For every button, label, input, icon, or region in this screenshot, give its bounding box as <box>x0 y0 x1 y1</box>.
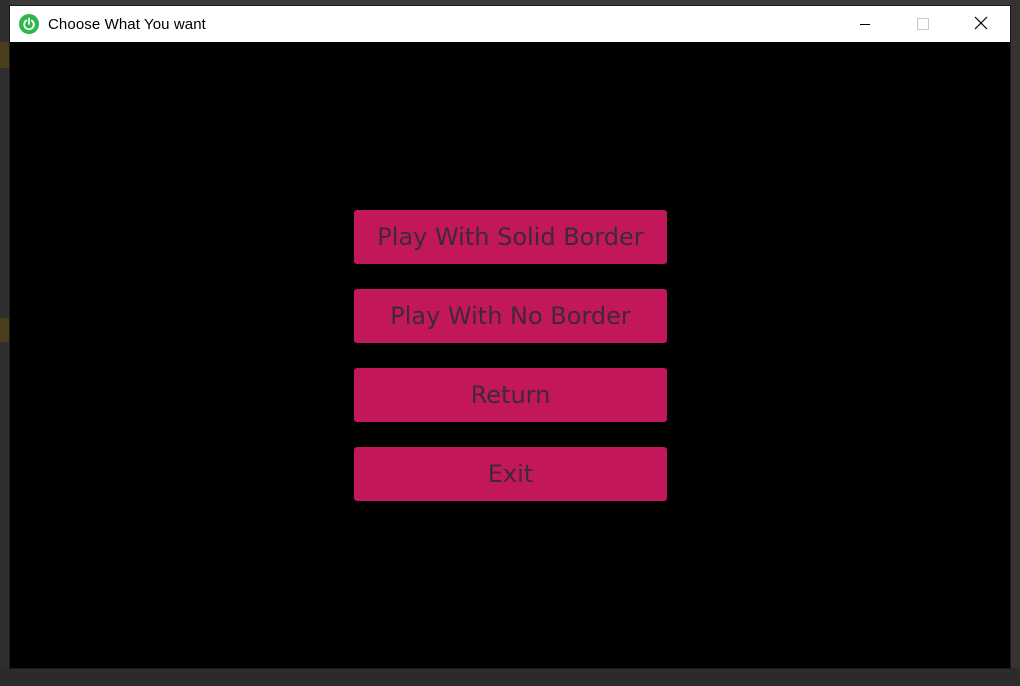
desktop-background-highlight <box>0 42 10 68</box>
exit-button[interactable]: Exit <box>354 447 667 501</box>
desktop-background-bottom <box>0 668 1020 686</box>
play-solid-border-button[interactable]: Play With Solid Border <box>354 210 667 264</box>
maximize-icon <box>917 15 929 34</box>
minimize-button[interactable] <box>836 6 894 42</box>
title-bar[interactable]: Choose What You want <box>10 6 1010 42</box>
window-controls <box>836 6 1010 42</box>
app-window: Choose What You want Play With Solid Bor… <box>10 6 1010 668</box>
close-icon <box>974 15 988 34</box>
minimize-icon <box>859 15 871 34</box>
close-button[interactable] <box>952 6 1010 42</box>
return-button[interactable]: Return <box>354 368 667 422</box>
desktop-background-right <box>1010 0 1020 686</box>
desktop-background-left <box>0 0 10 686</box>
window-title: Choose What You want <box>48 15 206 33</box>
desktop-background-highlight <box>0 318 10 342</box>
menu-panel: Play With Solid Border Play With No Bord… <box>10 42 1010 668</box>
power-icon <box>19 14 39 34</box>
play-no-border-button[interactable]: Play With No Border <box>354 289 667 343</box>
maximize-button[interactable] <box>894 6 952 42</box>
